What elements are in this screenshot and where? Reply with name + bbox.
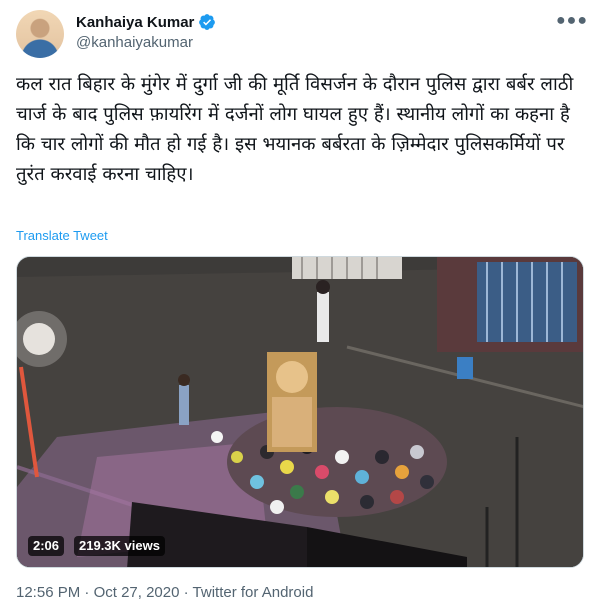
meta-separator: · — [84, 584, 90, 601]
author-handle[interactable]: @kanhaiyakumar — [76, 34, 216, 51]
meta-separator: · — [183, 584, 189, 601]
author-display-name[interactable]: Kanhaiya Kumar — [76, 14, 194, 31]
tweet-header: Kanhaiya Kumar @kanhaiyakumar ●●● — [16, 10, 588, 58]
tweet-source[interactable]: Twitter for Android — [193, 584, 314, 601]
author-block: Kanhaiya Kumar @kanhaiyakumar — [76, 13, 216, 51]
tweet-card: Kanhaiya Kumar @kanhaiyakumar ●●● कल रात… — [0, 0, 602, 609]
avatar[interactable] — [16, 10, 64, 58]
tweet-date[interactable]: Oct 27, 2020 — [94, 584, 180, 601]
translate-tweet-link[interactable]: Translate Tweet — [16, 228, 108, 243]
more-icon[interactable]: ●●● — [556, 12, 588, 30]
video-duration-badge: 2:06 — [28, 536, 65, 556]
video-player[interactable]: 2:06 219.3K views — [16, 256, 584, 568]
verified-badge-icon — [199, 14, 216, 30]
video-thumbnail — [17, 257, 583, 567]
tweet-text: कल रात बिहार के मुंगेर में दुर्गा जी की … — [16, 74, 574, 185]
author-name-row: Kanhaiya Kumar — [76, 13, 216, 31]
tweet-meta: 12:56 PM · Oct 27, 2020 · Twitter for An… — [16, 584, 313, 601]
video-views-badge: 219.3K views — [74, 536, 165, 556]
tweet-time[interactable]: 12:56 PM — [16, 584, 80, 601]
